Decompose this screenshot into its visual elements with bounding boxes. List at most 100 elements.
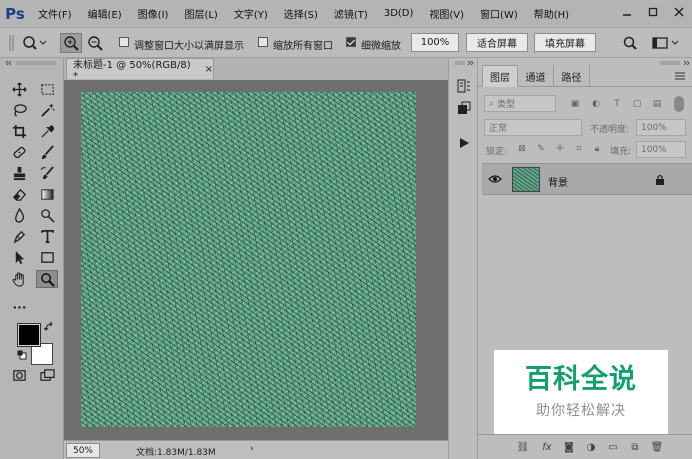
filter-toggle-switch[interactable] — [674, 96, 684, 112]
resize-windows-checkbox[interactable] — [119, 37, 129, 47]
maximize-icon — [648, 7, 658, 17]
lasso-tool[interactable] — [8, 101, 30, 119]
fit-screen-button[interactable]: 适合屏幕 — [466, 33, 528, 52]
scrubby-zoom-checkbox[interactable] — [346, 37, 356, 47]
minimize-button[interactable] — [618, 3, 636, 21]
panel-grip[interactable] — [4, 33, 20, 53]
background-color-swatch[interactable] — [31, 343, 53, 365]
fill-screen-button[interactable]: 填充屏幕 — [534, 33, 596, 52]
new-group-icon[interactable]: ▭ — [606, 441, 620, 454]
filter-type-icon[interactable]: T — [611, 98, 623, 110]
zoom-level-field[interactable]: 50% — [66, 443, 100, 458]
gradient-tool[interactable] — [36, 185, 58, 203]
adjustment-layer-icon[interactable]: ◑ — [584, 441, 598, 454]
zoom-out-button[interactable] — [84, 33, 106, 53]
menu-type[interactable]: 文字(Y) — [226, 6, 276, 21]
toolbox — [0, 58, 64, 459]
layers-panel-footer: ⛓︎ fx ◙ ◑ ▭ ⧉ 🗑︎ — [478, 434, 692, 459]
lock-position-icon[interactable]: ✛ — [554, 143, 566, 155]
eyedropper-tool[interactable] — [36, 122, 58, 140]
rectangle-tool[interactable] — [36, 248, 58, 266]
add-mask-icon[interactable]: ◙ — [562, 441, 576, 454]
history-brush-tool[interactable] — [36, 164, 58, 182]
menu-3d[interactable]: 3D(D) — [376, 8, 422, 19]
blend-mode-value: 正常 — [489, 124, 508, 134]
move-tool[interactable] — [8, 80, 30, 98]
lock-all-icon[interactable]: 🔒︎ — [591, 143, 603, 155]
menu-select[interactable]: 选择(S) — [276, 6, 326, 21]
tool-preset-picker[interactable] — [20, 33, 48, 53]
dock-collapse-icon[interactable] — [454, 60, 474, 66]
healing-brush-tool[interactable] — [8, 143, 30, 161]
fill-field[interactable]: 100% — [636, 141, 686, 158]
link-layers-icon[interactable]: ⛓︎ — [516, 441, 530, 454]
collapsed-panel-dock — [448, 58, 478, 459]
type-tool[interactable] — [36, 227, 58, 245]
tab-paths[interactable]: 路径 — [554, 65, 590, 87]
dodge-tool[interactable] — [36, 206, 58, 224]
filter-shape-icon[interactable]: ▢ — [631, 98, 643, 110]
filter-smart-object-icon[interactable]: ▤ — [651, 98, 663, 110]
document-tab[interactable]: 未标题-1 @ 50%(RGB/8) * × — [66, 58, 214, 82]
zoom-all-windows-checkbox[interactable] — [258, 37, 268, 47]
actual-pixels-button[interactable]: 100% — [411, 33, 459, 52]
panel-menu-icon[interactable] — [674, 71, 686, 81]
eraser-tool[interactable] — [8, 185, 30, 203]
quick-mask-button[interactable] — [8, 366, 30, 384]
blend-mode-select[interactable]: 正常 — [484, 119, 582, 136]
lock-image-icon[interactable]: ✎ — [535, 143, 547, 155]
screen-mode-button[interactable] — [36, 366, 58, 384]
document-canvas[interactable] — [81, 92, 416, 427]
menu-view[interactable]: 视图(V) — [421, 6, 472, 21]
marquee-tool[interactable] — [36, 80, 58, 98]
tab-layers[interactable]: 图层 — [482, 65, 518, 87]
close-button[interactable] — [670, 3, 688, 21]
hand-tool[interactable] — [8, 270, 30, 288]
magic-wand-tool[interactable] — [36, 101, 58, 119]
blur-tool[interactable] — [8, 206, 30, 224]
path-selection-tool[interactable] — [8, 248, 30, 266]
opacity-field[interactable]: 100% — [636, 119, 686, 136]
zoom-tool[interactable] — [36, 270, 58, 288]
menu-filter[interactable]: 滤镜(T) — [326, 6, 376, 21]
layer-style-fx-icon[interactable]: fx — [540, 441, 554, 454]
status-menu-arrow-icon[interactable]: › — [250, 444, 254, 454]
eye-icon[interactable] — [488, 174, 502, 184]
maximize-button[interactable] — [644, 3, 662, 21]
pen-icon — [13, 230, 25, 244]
workspace-switcher[interactable] — [650, 33, 684, 53]
filter-pixel-icon[interactable]: ▣ — [569, 98, 581, 110]
crop-tool[interactable] — [8, 122, 30, 140]
lock-artboard-icon[interactable]: ⌗ — [573, 143, 585, 155]
menu-help[interactable]: 帮助(H) — [526, 6, 577, 21]
actions-panel-button[interactable] — [454, 133, 474, 153]
lock-label: 锁定: — [486, 147, 508, 157]
menu-layer[interactable]: 图层(L) — [176, 6, 225, 21]
properties-panel-button[interactable] — [454, 98, 474, 118]
layer-filter-kind-select[interactable]: ⌕ 类型 — [484, 95, 556, 112]
document-tab-close-icon[interactable]: × — [205, 64, 213, 75]
pen-tool[interactable] — [8, 227, 30, 245]
clone-stamp-tool[interactable] — [8, 164, 30, 182]
tab-channels[interactable]: 通道 — [518, 65, 554, 87]
filter-adjustment-icon[interactable]: ◐ — [590, 98, 602, 110]
brush-tool[interactable] — [36, 143, 58, 161]
new-layer-icon[interactable]: ⧉ — [628, 441, 642, 454]
filter-kind-label: 类型 — [497, 100, 516, 110]
lock-transparent-icon[interactable]: ⊠ — [516, 143, 528, 155]
menu-file[interactable]: 文件(F) — [30, 6, 80, 21]
history-panel-button[interactable] — [454, 76, 474, 96]
menu-window[interactable]: 窗口(W) — [472, 6, 526, 21]
layer-row-background[interactable]: 背景 — [482, 163, 692, 195]
delete-layer-icon[interactable]: 🗑︎ — [650, 441, 664, 454]
swap-colors-icon[interactable] — [44, 322, 54, 332]
zoom-in-button[interactable] — [60, 33, 82, 53]
panel-tabs: 图层 通道 路径 — [478, 65, 692, 87]
toolbox-collapse-icon[interactable] — [6, 60, 58, 66]
search-button[interactable] — [620, 33, 640, 53]
edit-toolbar-button[interactable] — [8, 298, 30, 316]
default-colors-icon[interactable] — [17, 350, 27, 360]
menu-image[interactable]: 图像(I) — [130, 6, 177, 21]
menu-edit[interactable]: 编辑(E) — [80, 6, 130, 21]
foreground-color-swatch[interactable] — [17, 323, 41, 347]
